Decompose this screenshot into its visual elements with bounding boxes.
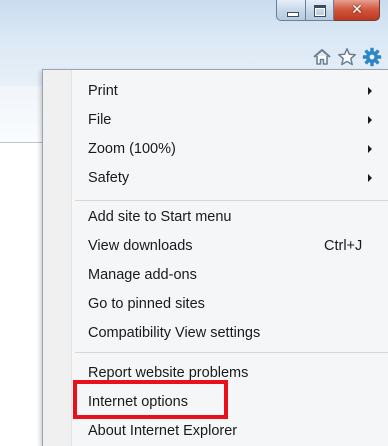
menu-separator [75, 352, 388, 353]
submenu-arrow-icon [368, 174, 372, 182]
tools-menu: Print File Zoom (100%) Safety Add site t… [42, 69, 388, 446]
close-icon: ✕ [351, 2, 363, 18]
gear-icon[interactable] [362, 47, 382, 67]
menu-separator [75, 200, 388, 201]
star-icon[interactable] [337, 47, 357, 67]
submenu-arrow-icon [368, 87, 372, 95]
maximize-icon [314, 5, 326, 17]
menu-item-internet-options[interactable]: Internet options [88, 389, 188, 415]
view-downloads-shortcut: Ctrl+J [324, 238, 363, 254]
command-icons [312, 47, 382, 67]
menu-item-view-downloads[interactable]: View downloads [88, 233, 193, 259]
menu-icon-gutter [43, 70, 72, 446]
maximize-button[interactable] [306, 0, 334, 21]
menu-item-about-internet-explorer[interactable]: About Internet Explorer [88, 418, 237, 444]
submenu-arrow-icon [368, 116, 372, 124]
menu-item-compatibility-view-settings[interactable]: Compatibility View settings [88, 320, 260, 346]
menu-item-zoom[interactable]: Zoom (100%) [88, 136, 176, 162]
home-icon[interactable] [312, 47, 332, 67]
menu-item-safety[interactable]: Safety [88, 165, 129, 191]
menu-item-print[interactable]: Print [88, 78, 118, 104]
menu-item-report-website-problems[interactable]: Report website problems [88, 360, 248, 386]
minimize-button[interactable] [276, 0, 306, 21]
window-caption-buttons: ✕ [276, 0, 380, 22]
submenu-arrow-icon [368, 145, 372, 153]
menu-item-manage-add-ons[interactable]: Manage add-ons [88, 262, 197, 288]
menu-item-go-to-pinned-sites[interactable]: Go to pinned sites [88, 291, 205, 317]
minimize-icon [287, 12, 299, 17]
menu-item-add-site-to-start-menu[interactable]: Add site to Start menu [88, 204, 231, 230]
menu-item-file[interactable]: File [88, 107, 111, 133]
close-button[interactable]: ✕ [334, 0, 380, 21]
